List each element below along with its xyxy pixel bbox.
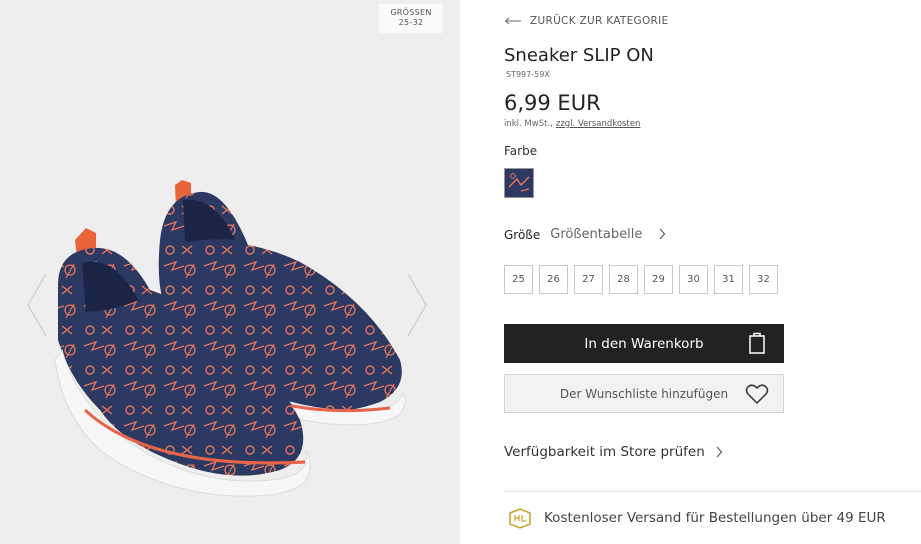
size-label: Größe (504, 227, 541, 242)
size-option-28[interactable]: 28 (609, 265, 638, 294)
size-chart-chevron[interactable] (658, 225, 666, 244)
shopping-bag-icon (749, 332, 765, 354)
size-option-32[interactable]: 32 (749, 265, 778, 294)
swatch-pattern (505, 169, 533, 197)
store-availability-label: Verfügbarkeit im Store prüfen (504, 444, 705, 460)
product-image-gallery: GRÖSSEN 25-32 (0, 0, 459, 544)
gallery-next-button[interactable] (404, 270, 430, 340)
product-details: ZURÜCK ZUR KATEGORIE Sneaker SLIP ON ST9… (460, 0, 921, 544)
product-sku: ST997-59X (506, 70, 550, 79)
size-option-29[interactable]: 29 (644, 265, 673, 294)
arrow-left-icon (504, 17, 521, 25)
tax-note-text: inkl. MwSt., (504, 119, 553, 129)
size-badge-label: GRÖSSEN (390, 8, 432, 17)
free-shipping-text: Kostenloser Versand für Bestellungen übe… (544, 510, 886, 526)
size-badge-range: 25-32 (398, 18, 424, 27)
shipping-cost-link[interactable]: zzgl. Versandkosten (556, 119, 641, 129)
add-to-wishlist-label: Der Wunschliste hinzufügen (559, 386, 729, 401)
back-link-label: ZURÜCK ZUR KATEGORIE (530, 15, 669, 27)
add-to-cart-label: In den Warenkorb (584, 335, 704, 352)
gallery-prev-button[interactable] (24, 270, 50, 340)
size-options: 25 26 27 28 29 30 31 32 (504, 265, 778, 294)
add-to-wishlist-button[interactable]: Der Wunschliste hinzufügen (504, 374, 784, 413)
size-chart-link[interactable]: Größentabelle (550, 227, 642, 242)
back-to-category-link[interactable]: ZURÜCK ZUR KATEGORIE (504, 12, 668, 30)
chevron-right-icon (407, 273, 427, 337)
heart-icon (745, 384, 769, 405)
size-option-26[interactable]: 26 (539, 265, 568, 294)
size-range-badge: GRÖSSEN 25-32 (379, 4, 443, 33)
free-shipping-notice: Kostenloser Versand für Bestellungen übe… (508, 507, 886, 529)
chevron-right-icon (716, 446, 723, 458)
size-option-31[interactable]: 31 (714, 265, 743, 294)
color-swatch-navy[interactable] (504, 168, 534, 198)
tax-note: inkl. MwSt., zzgl. Versandkosten (504, 119, 640, 129)
size-option-27[interactable]: 27 (574, 265, 603, 294)
chevron-right-icon (659, 228, 666, 240)
add-to-cart-button[interactable]: In den Warenkorb (504, 324, 784, 363)
size-option-30[interactable]: 30 (679, 265, 708, 294)
product-title: Sneaker SLIP ON (504, 45, 654, 66)
chevron-left-icon (27, 273, 47, 337)
section-divider (504, 491, 921, 492)
size-option-25[interactable]: 25 (504, 265, 533, 294)
product-image (54, 180, 406, 497)
product-price: 6,99 EUR (504, 91, 601, 115)
size-selector-header: Größe Größentabelle (504, 225, 666, 244)
color-label: Farbe (504, 144, 538, 158)
package-icon (509, 508, 531, 529)
store-availability-link[interactable]: Verfügbarkeit im Store prüfen (504, 444, 723, 460)
